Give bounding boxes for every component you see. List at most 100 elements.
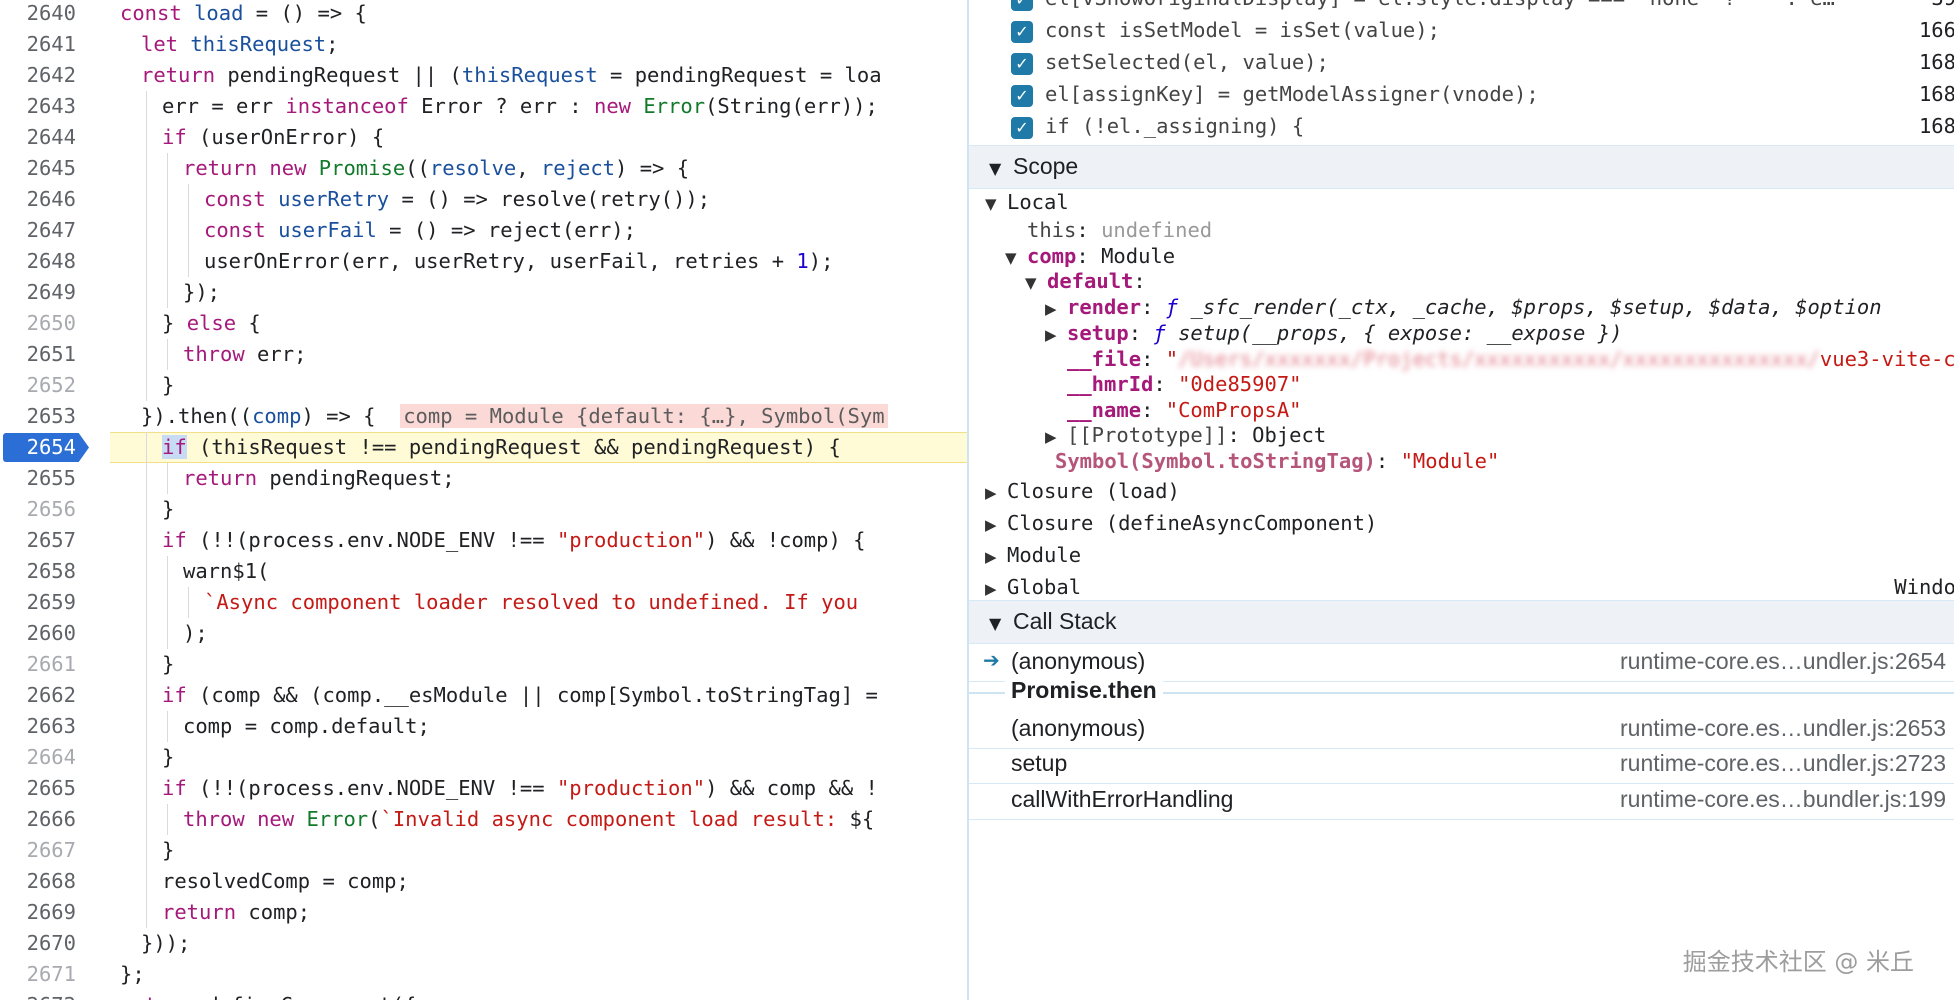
- code-line: if (thisRequest !== pendingRequest && pe…: [162, 435, 841, 459]
- line-number[interactable]: 2647: [0, 215, 76, 246]
- scope-closure-defineasynccomponent[interactable]: ▶ Closure (defineAsyncComponent): [985, 508, 1377, 541]
- indent-guide: [188, 184, 189, 215]
- frame-location[interactable]: runtime-core.es…bundler.js:199: [1620, 786, 1946, 813]
- breakpoint-line-number: 168: [1918, 82, 1954, 106]
- frame-function-name: (anonymous): [1011, 648, 1146, 674]
- collapsed-triangle-icon: ▶: [1045, 326, 1057, 344]
- indent-guide: [146, 773, 147, 804]
- indent-guide: [146, 649, 147, 680]
- line-number[interactable]: 2648: [0, 246, 76, 277]
- line-number[interactable]: 2662: [0, 680, 76, 711]
- breakpoint-code: el[vShowOriginalDisplay] = el.style.disp…: [1045, 0, 1835, 10]
- line-number[interactable]: 2664: [0, 742, 76, 773]
- line-number[interactable]: 2651: [0, 339, 76, 370]
- code-line: if (userOnError) {: [162, 125, 385, 149]
- code-line: let thisRequest;: [141, 32, 339, 56]
- code-line: }: [162, 745, 175, 769]
- frame-location[interactable]: runtime-core.es…undler.js:2653: [1620, 715, 1946, 742]
- code-line: }: [162, 497, 175, 521]
- code-line: return pendingRequest;: [183, 466, 455, 490]
- scope-symbol-tostringtag[interactable]: Symbol(Symbol.toStringTag): "Module": [1055, 446, 1499, 477]
- indent-guide: [188, 587, 189, 618]
- line-number[interactable]: 2665: [0, 773, 76, 804]
- line-number[interactable]: 2671: [0, 959, 76, 990]
- code-line: });: [183, 280, 221, 304]
- frame-location[interactable]: runtime-core.es…undler.js:2654: [1620, 648, 1946, 675]
- breakpoint-line-number: 168: [1918, 114, 1954, 138]
- checkbox-checked-icon[interactable]: ✓: [1011, 53, 1033, 75]
- line-number[interactable]: 2661: [0, 649, 76, 680]
- line-number[interactable]: 2663: [0, 711, 76, 742]
- checkbox-checked-icon[interactable]: ✓: [1011, 21, 1033, 43]
- line-number[interactable]: 2654: [0, 432, 76, 463]
- line-number[interactable]: 2670: [0, 928, 76, 959]
- indent-guide: [167, 339, 168, 370]
- indent-guide: [146, 308, 147, 339]
- code-line: if (!!(process.env.NODE_ENV !== "product…: [162, 776, 878, 800]
- line-number[interactable]: 2656: [0, 494, 76, 525]
- indent-guide: [146, 866, 147, 897]
- line-number[interactable]: 2660: [0, 618, 76, 649]
- line-number[interactable]: 2668: [0, 866, 76, 897]
- frame-function-name: (anonymous): [1011, 715, 1146, 741]
- scope-module[interactable]: ▶ Module: [985, 540, 1081, 573]
- line-number[interactable]: 2666: [0, 804, 76, 835]
- breakpoint-item[interactable]: ✓ if (!el._assigning) { 168: [969, 110, 1954, 150]
- line-number[interactable]: 2643: [0, 91, 76, 122]
- code-line: if (comp && (comp.__esModule || comp[Sym…: [162, 683, 878, 707]
- indent-guide: [146, 711, 147, 742]
- scope-closure-load[interactable]: ▶ Closure (load): [985, 476, 1180, 509]
- scope-local-label: Local: [1007, 190, 1069, 214]
- indent-guide: [188, 215, 189, 246]
- breakpoint-code: const isSetModel = isSet(value);: [1045, 18, 1440, 42]
- code-line: if (!!(process.env.NODE_ENV !== "product…: [162, 528, 866, 552]
- indent-guide: [146, 215, 147, 246]
- line-number[interactable]: 2645: [0, 153, 76, 184]
- indent-guide: [146, 184, 147, 215]
- source-editor[interactable]: 2640 2641 2642 2643 2644 2645 2646 2647 2648 2649…: [0, 0, 967, 1000]
- indent-guide: [146, 246, 147, 277]
- scope-section-header[interactable]: ▼ Scope: [969, 145, 1954, 189]
- frame-function-name: setup: [1011, 750, 1068, 776]
- expand-triangle-icon: ▼: [989, 159, 1002, 178]
- checkbox-checked-icon[interactable]: ✓: [1011, 117, 1033, 139]
- expand-triangle-icon: ▼: [989, 614, 1002, 633]
- line-number[interactable]: 2652: [0, 370, 76, 401]
- line-number[interactable]: 2669: [0, 897, 76, 928]
- line-number[interactable]: 2659: [0, 587, 76, 618]
- breakpoint-code: el[assignKey] = getModelAssigner(vnode);: [1045, 82, 1539, 106]
- line-number[interactable]: 2641: [0, 29, 76, 60]
- line-number[interactable]: 2653: [0, 401, 76, 432]
- indent-guide: [146, 556, 147, 587]
- line-number[interactable]: 2657: [0, 525, 76, 556]
- line-number[interactable]: 2650: [0, 308, 76, 339]
- line-number[interactable]: 2644: [0, 122, 76, 153]
- line-number[interactable]: 2640: [0, 0, 76, 29]
- code-line: resolvedComp = comp;: [162, 869, 409, 893]
- indent-guide: [167, 184, 168, 215]
- indent-guide: [146, 339, 147, 370]
- indent-guide: [167, 804, 168, 835]
- expand-triangle-icon: ▼: [1005, 249, 1017, 267]
- line-number[interactable]: 2642: [0, 60, 76, 91]
- line-number[interactable]: 2655: [0, 463, 76, 494]
- line-number[interactable]: 2658: [0, 556, 76, 587]
- line-number[interactable]: 2649: [0, 277, 76, 308]
- line-number[interactable]: 2646: [0, 184, 76, 215]
- indent-guide: [146, 153, 147, 184]
- code-line: };: [120, 962, 145, 986]
- line-number[interactable]: 2667: [0, 835, 76, 866]
- checkbox-checked-icon[interactable]: ✓: [1011, 85, 1033, 107]
- code-line: }: [162, 652, 175, 676]
- breakpoint-code: if (!el._assigning) {: [1045, 114, 1305, 138]
- line-number[interactable]: 2672: [0, 990, 76, 1000]
- indent-guide: [167, 153, 168, 184]
- line-number-gutter[interactable]: 2640 2641 2642 2643 2644 2645 2646 2647 2648 2649…: [0, 0, 100, 1000]
- expand-triangle-icon: ▼: [1025, 274, 1037, 292]
- collapsed-triangle-icon: ▶: [985, 516, 997, 534]
- code-line: throw err;: [183, 342, 307, 366]
- callstack-frame[interactable]: callWithErrorHandling runtime-core.es…bun…: [969, 776, 1954, 820]
- checkbox-checked-icon[interactable]: ✓: [1011, 0, 1033, 11]
- frame-location[interactable]: runtime-core.es…undler.js:2723: [1620, 750, 1946, 777]
- breakpoint-line-number: 166: [1918, 18, 1954, 42]
